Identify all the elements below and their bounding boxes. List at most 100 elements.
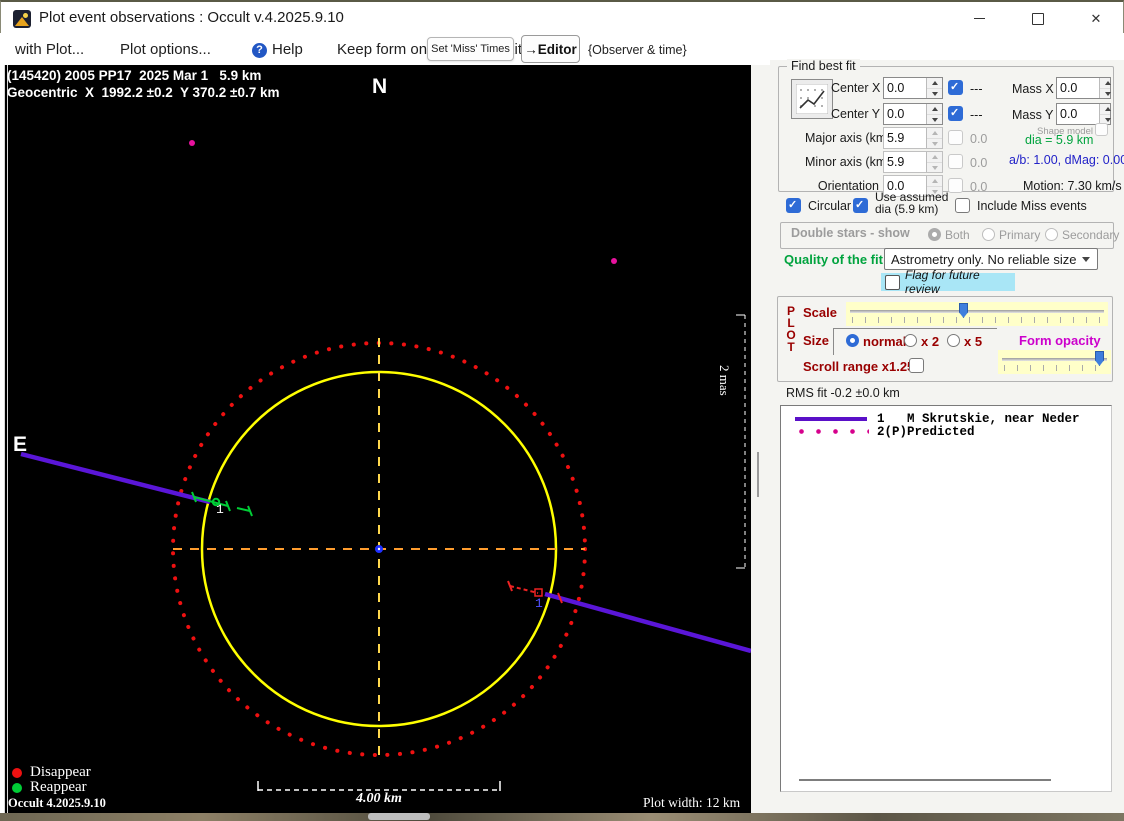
orientation-checkbox [948,178,963,193]
double-stars-primary-radio [982,228,995,241]
menu-plot-options[interactable]: Plot options... [120,41,211,58]
quality-dropdown[interactable]: Astrometry only. No reliable size [884,248,1098,270]
mass-y-spinner [1056,103,1111,125]
observer-time-label: {Observer & time} [588,43,687,57]
menu-help[interactable]: Help [272,41,303,58]
circular-checkbox[interactable] [786,198,801,213]
scale-slider-thumb[interactable] [959,303,968,318]
use-assumed-checkbox[interactable] [853,198,868,213]
mass-x-up-button[interactable] [1100,78,1110,89]
menu-with-plot[interactable]: with Plot... [15,41,84,58]
orientation-label: Orientation [805,179,879,193]
quality-label: Quality of the fit [784,252,883,267]
major-axis-label: Major axis (km) [805,131,879,145]
observation-row-1[interactable]: 1 M Skrutskie, near Neder [781,412,1111,426]
plot-canvas[interactable]: (145420) 2005 PP17 2025 Mar 1 5.9 kmGeoc… [4,65,751,813]
chord-left-segment[interactable] [21,454,210,502]
disappear-dot-icon [12,768,22,778]
scale-bar-label: 4.00 km [304,791,454,807]
center-y-suffix: --- [970,108,983,122]
center-y-checkbox[interactable] [948,106,963,121]
plot-header-line1: (145420) 2005 PP17 2025 Mar 1 5.9 km [7,67,280,84]
plot-svg [4,65,751,813]
center-y-input[interactable] [884,104,926,124]
chord-right-number: 1 [535,596,543,611]
double-stars-both-radio [928,228,941,241]
app-icon [13,10,31,28]
scroll-range-checkbox[interactable] [909,358,924,373]
north-label: N [372,75,387,99]
east-label: E [13,433,27,457]
form-opacity-slider[interactable] [998,350,1111,374]
orientation-aux: 0.0 [970,180,987,194]
find-best-fit-group: Find best fit Center X --- M [778,66,1114,192]
center-x-down-button[interactable] [927,89,942,99]
double-stars-secondary-label: Secondary [1062,228,1119,242]
set-miss-times-button[interactable]: Set 'Miss' Times [427,37,514,61]
circular-label: Circular [808,199,851,213]
double-stars-group: Double stars - show Both Primary Seconda… [780,222,1114,249]
size-normal-label: normal [863,334,906,349]
center-y-down-button[interactable] [927,115,942,125]
desktop-sliver [0,813,1124,821]
size-x2-radio[interactable] [904,334,917,347]
form-opacity-groove [1002,358,1107,361]
center-x-spinner [883,77,943,99]
mass-y-input[interactable] [1057,104,1099,124]
form-opacity-thumb[interactable] [1095,351,1104,366]
chord-left-number: 1 [216,502,224,517]
minor-axis-spinner [883,151,943,173]
size-x2-label: x 2 [921,334,939,349]
scale-slider-groove [850,310,1104,313]
form-opacity-ticks [1004,365,1107,371]
close-button[interactable]: ✕ [1073,2,1119,35]
mass-x-input[interactable] [1057,78,1099,98]
center-y-spinner [883,103,943,125]
center-x-input[interactable] [884,78,926,98]
observation-2-name: Predicted [907,425,975,439]
orientation-up-button [927,176,942,187]
find-best-fit-title: Find best fit [787,59,860,73]
best-fit-button[interactable] [791,79,833,119]
major-axis-checkbox [948,130,963,145]
use-assumed-line2: dia (5.9 km) [875,203,948,215]
mass-x-label: Mass X [1012,82,1054,96]
maximize-button[interactable] [1015,2,1061,35]
observation-row-2[interactable]: 2(P) Predicted [781,425,1111,439]
scale-slider[interactable] [846,302,1108,326]
control-panel: Find best fit Center X --- M [770,60,1124,813]
center-y-label: Center Y [831,107,879,121]
double-stars-primary-label: Primary [999,228,1040,242]
minimize-icon [974,18,985,19]
flag-review-wrap: Flag for future review [881,273,1015,291]
observation-1-name: M Skrutskie, near Neder [907,412,1080,426]
motion-label: Motion: 7.30 km/s [1023,179,1122,193]
minimize-button[interactable] [956,2,1002,35]
chord-right-segment[interactable] [545,594,751,651]
observation-2-number: 2(P) [877,425,907,439]
help-icon: ? [252,43,267,58]
center-x-up-button[interactable] [927,78,942,89]
mass-x-down-button[interactable] [1100,89,1110,99]
plot-controls-group: P L O T Scale Size normal x 2 x 5 Form o… [777,296,1113,382]
observations-list[interactable]: 1 M Skrutskie, near Neder 2(P) Predicted [780,405,1112,792]
titlebar: Plot event observations : Occult v.4.202… [0,0,1124,33]
mas-scale-label: 2 mas [716,365,732,396]
center-x-checkbox[interactable] [948,80,963,95]
close-icon: ✕ [1091,11,1102,27]
scroll-range-label: Scroll range x1.25 [803,359,914,374]
include-miss-checkbox[interactable] [955,198,970,213]
editor-button[interactable]: →Editor [521,35,580,63]
size-normal-radio[interactable] [846,334,859,347]
minor-axis-aux: 0.0 [970,156,987,170]
major-axis-input [884,128,926,148]
double-stars-both-label: Both [945,228,970,242]
predicted-dot-2 [611,258,617,264]
flag-review-checkbox[interactable] [885,275,900,290]
mass-y-up-button[interactable] [1100,104,1110,115]
plot-header-line2: Geocentric X 1992.2 ±0.2 Y 370.2 ±0.7 km [7,84,280,101]
center-y-up-button[interactable] [927,104,942,115]
maximize-icon [1032,13,1044,25]
minor-axis-label: Minor axis (km) [805,155,879,169]
size-x5-radio[interactable] [947,334,960,347]
